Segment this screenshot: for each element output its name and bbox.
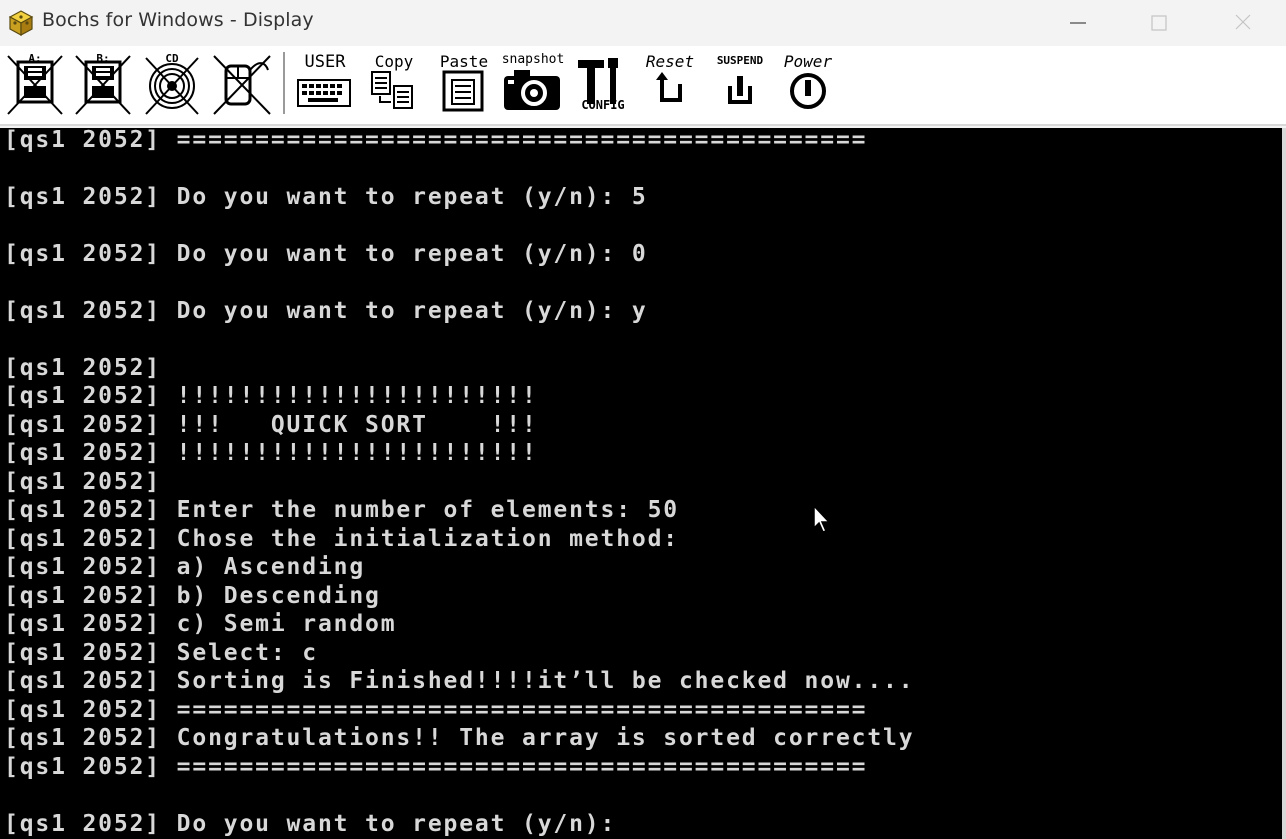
window-title: Bochs for Windows - Display [42,9,314,31]
console-display[interactable]: [qs1 2052] =============================… [0,128,1282,839]
reset-icon [656,72,682,102]
toolbar: A: B: CD USER Copy Paste snapshot CONFIG… [0,46,1286,126]
reset-button[interactable]: Reset [640,50,700,118]
console-line: [qs1 2052] Sorting is Finished!!!!it’ll … [4,668,915,694]
minimize-icon [1070,22,1086,24]
cdrom-button[interactable]: CD [142,50,202,118]
keyboard-icon [297,79,351,107]
camera-icon [504,70,560,110]
config-label: CONFIG [581,98,625,112]
console-line: [qs1 2052] Chose the initialization meth… [4,526,679,552]
console-line: [qs1 2052] a) Ascending [4,554,366,580]
console-line: [qs1 2052] =============================… [4,754,868,780]
console-line: [qs1 2052] Do you want to repeat (y/n): … [4,298,648,324]
console-line: [qs1 2052] [4,469,161,495]
console-line: [qs1 2052] Congratulations!! The array i… [4,725,915,751]
bochs-window: Bochs for Windows - Display A: B: CD USE… [0,0,1286,839]
config-button[interactable]: CONFIG [574,50,632,118]
maximize-icon [1151,15,1167,31]
user-keyboard-button[interactable]: USER [296,50,354,118]
paste-button[interactable]: Paste [436,50,492,118]
console-line: [qs1 2052] =============================… [4,128,868,153]
close-button[interactable] [1217,0,1271,46]
floppy-a-icon [7,55,63,115]
console-line: [qs1 2052] Enter the number of elements:… [4,497,679,523]
toolbar-separator [283,52,285,114]
mouse-button[interactable] [212,50,272,118]
copy-button[interactable]: Copy [366,50,422,118]
mouse-icon [213,55,271,115]
snapshot-button[interactable]: snapshot [500,50,566,118]
console-line: [qs1 2052] Do you want to repeat (y/n): [4,811,617,837]
cdrom-icon [145,57,199,115]
console-line: [qs1 2052] Select: c [4,640,318,666]
power-icon [790,73,826,109]
close-icon [1235,14,1251,30]
console-line: [qs1 2052] b) Descending [4,583,381,609]
console-line: [qs1 2052] Do you want to repeat (y/n): … [4,184,648,210]
console-right-edge [1282,128,1286,839]
console-line: [qs1 2052] !!! QUICK SORT !!! [4,412,538,438]
console-line: [qs1 2052] !!!!!!!!!!!!!!!!!!!!!!! [4,383,538,409]
title-bar[interactable]: Bochs for Windows - Display [0,0,1286,46]
console-line: [qs1 2052] [4,355,161,381]
console-line: [qs1 2052] c) Semi random [4,611,397,637]
suspend-icon [728,76,752,104]
mouse-pointer-icon [812,504,832,534]
bochs-app-icon [6,8,36,38]
copy-icon [371,71,413,109]
console-line: [qs1 2052] !!!!!!!!!!!!!!!!!!!!!!! [4,440,538,466]
floppy-a-button[interactable]: A: [6,50,64,118]
paste-icon [442,70,484,112]
minimize-button[interactable] [1052,0,1106,46]
suspend-button[interactable]: SUSPEND [710,50,770,118]
floppy-b-button[interactable]: B: [74,50,132,118]
maximize-button[interactable] [1133,0,1187,46]
console-line: [qs1 2052] Do you want to repeat (y/n): … [4,241,648,267]
power-button[interactable]: Power [778,50,838,118]
console-line: [qs1 2052] =============================… [4,697,868,723]
floppy-b-icon [75,55,131,115]
